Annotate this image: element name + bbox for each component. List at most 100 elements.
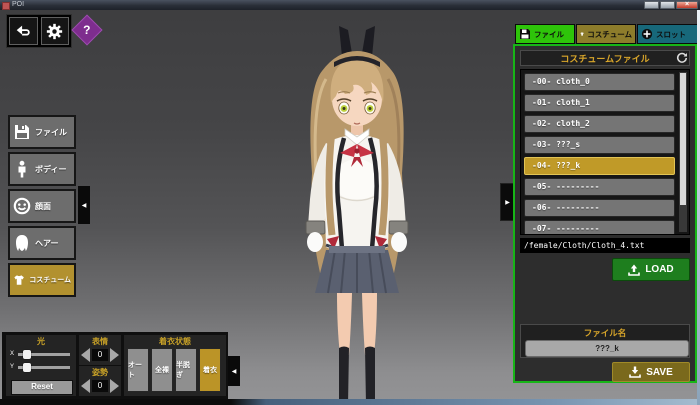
tab-slot[interactable]: スロット [637,24,699,44]
light-x-slider[interactable]: X [10,350,70,359]
app-icon [2,2,10,10]
load-button[interactable]: LOAD [612,258,690,281]
slider-track[interactable] [18,353,70,356]
bottom-control-panel: 光 X Y Reset 表情 0 姿勢 0 [2,332,228,399]
tab-label: コスチューム [587,29,632,40]
window-controls [644,1,698,9]
settings-button[interactable] [41,17,70,45]
slider-thumb[interactable] [23,350,31,359]
back-button[interactable] [9,17,38,45]
sidebar-item-hair[interactable]: ヘアー [8,226,76,260]
list-item-selected[interactable]: -04- ???_k [524,157,675,175]
question-mark-icon: ? [83,23,90,37]
pose-value: 0 [92,380,108,392]
list-item[interactable]: -01- cloth_1 [524,94,675,112]
sidebar-item-body[interactable]: ボディー [8,152,76,186]
right-panel-tabs: ファイル コスチューム スロット [515,24,699,44]
character-render [282,23,432,405]
app-window: POI [0,0,700,405]
list-title: コスチュームファイル [560,52,649,65]
load-label: LOAD [645,264,673,275]
light-section: 光 X Y Reset [6,335,76,396]
upload-icon [628,264,640,276]
chevron-right-icon: ▶ [505,199,510,206]
sidebar-item-label: コスチューム [29,275,71,285]
maximize-button[interactable] [660,1,675,9]
download-icon [629,366,641,378]
minimize-button[interactable] [644,1,659,9]
plus-circle-icon [641,28,653,40]
costume-file-header: コスチュームファイル [520,50,690,66]
filename-input[interactable] [525,340,689,357]
slider-track[interactable] [18,366,70,369]
file-path: /female/Cloth/Cloth_4.txt [520,238,690,253]
list-item[interactable]: -07- --------- [524,220,675,235]
list-item[interactable]: -06- --------- [524,199,675,217]
clothing-auto-button[interactable]: オート [127,348,149,392]
close-button[interactable] [676,1,698,9]
list-item[interactable]: -02- cloth_2 [524,115,675,133]
scrollbar-thumb[interactable] [680,73,686,205]
x-axis-label: X [10,350,15,359]
floppy-icon [519,28,531,40]
sidebar-item-face[interactable]: 顔面 [8,189,76,223]
arrow-left-icon[interactable] [81,379,90,393]
expression-section: 表情 0 [79,335,121,365]
pose-stepper: 0 [80,378,120,394]
clothing-state-label: 着衣状態 [124,335,226,346]
sidebar-item-label: ボディー [35,164,66,175]
clothing-state-buttons: オート 全裸 半脱ぎ 着衣 [127,348,221,392]
shirt-icon [13,271,25,289]
list-scrollbar[interactable] [679,72,687,232]
top-toolbar [6,14,72,48]
list-item[interactable]: -00- cloth_0 [524,73,675,91]
refresh-icon[interactable] [676,52,688,64]
sidebar-item-file[interactable]: ファイル [8,115,76,149]
clothing-naked-button[interactable]: 全裸 [151,348,173,392]
filename-label: ファイル名 [521,327,689,339]
arrow-left-icon[interactable] [81,348,90,362]
tab-label: ファイル [534,29,564,40]
list-item[interactable]: -03- ???_s [524,136,675,154]
window-titlebar: POI [0,0,700,10]
reset-button[interactable]: Reset [11,380,73,395]
sidebar-item-label: ヘアー [35,238,59,249]
return-icon [14,22,32,40]
clothing-half-button[interactable]: 半脱ぎ [175,348,197,392]
chevron-left-icon: ◀ [82,202,87,209]
bottom-panel-collapse-handle[interactable]: ◀ [228,356,240,386]
pose-section: 姿勢 0 [79,366,121,396]
save-button[interactable]: SAVE [612,362,690,382]
tab-label: スロット [656,29,686,40]
file-panel: コスチュームファイル -00- cloth_0 -01- cloth_1 -02… [513,44,697,383]
clothing-state-section: 着衣状態 オート 全裸 半脱ぎ 着衣 [124,335,226,396]
hair-icon [13,234,31,252]
pose-label: 姿勢 [79,366,121,377]
y-axis-label: Y [10,363,15,372]
floppy-icon [13,123,31,141]
expression-label: 表情 [79,335,121,346]
gear-icon [46,23,63,40]
expression-value: 0 [92,349,108,361]
filename-section: ファイル名 [520,324,690,358]
chevron-left-icon: ◀ [232,368,237,375]
arrow-right-icon[interactable] [110,379,119,393]
tab-file[interactable]: ファイル [515,24,575,44]
light-y-slider[interactable]: Y [10,363,70,372]
sidebar-collapse-handle[interactable]: ◀ [78,186,90,224]
arrow-right-icon[interactable] [110,348,119,362]
clothing-dressed-button[interactable]: 着衣 [199,348,221,392]
sidebar-item-label: 顔面 [35,201,51,212]
window-title: POI [12,1,24,9]
shirt-icon [580,28,584,40]
smiley-face-icon [13,197,31,215]
light-label: 光 [6,335,76,346]
costume-file-list: -00- cloth_0 -01- cloth_1 -02- cloth_2 -… [520,69,690,235]
tab-costume[interactable]: コスチューム [576,24,636,44]
list-item[interactable]: -05- --------- [524,178,675,196]
sidebar-item-costume[interactable]: コスチューム [8,263,76,297]
save-label: SAVE [646,367,673,378]
slider-thumb[interactable] [23,363,31,372]
person-icon [13,160,31,178]
window-bottom-edge [0,399,700,405]
